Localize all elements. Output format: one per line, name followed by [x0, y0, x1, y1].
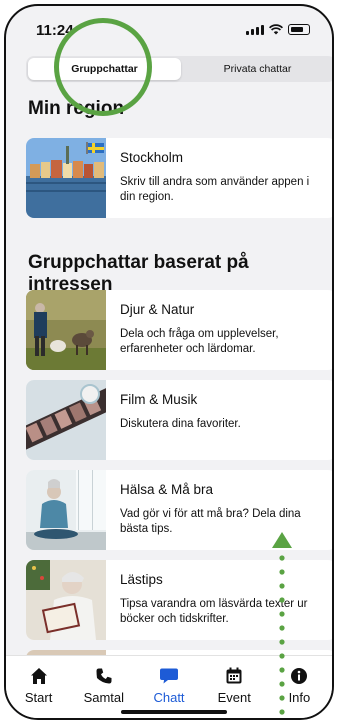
tab-chatt[interactable]: Chatt: [136, 656, 201, 718]
highlight-circle-annotation: [54, 18, 152, 116]
card-title: Film & Musik: [120, 392, 198, 407]
status-bar: 11:24: [6, 6, 332, 52]
phone-icon: [96, 668, 112, 684]
card-title: Djur & Natur: [120, 302, 195, 317]
calendar-icon: [226, 667, 242, 684]
card-description: Diskutera dina favoriter.: [120, 418, 241, 430]
dotted-arrow-annotation: [272, 532, 292, 715]
card-title: Hälsa & Må bra: [120, 482, 214, 497]
tab-label: Chatt: [153, 690, 185, 705]
tab-samtal[interactable]: Samtal: [71, 656, 136, 718]
chat-card-stockholm[interactable]: Stockholm Skriv till andra som använder …: [26, 138, 332, 218]
chat-icon: [160, 668, 178, 684]
tab-label: Start: [24, 690, 53, 705]
film-musik-thumbnail: [26, 380, 106, 460]
segment-privata-chattar[interactable]: Privata chattar: [181, 58, 332, 80]
battery-icon: [288, 24, 310, 35]
status-icons: [246, 24, 310, 35]
stockholm-thumbnail: [26, 138, 106, 218]
info-icon: [291, 668, 308, 684]
tab-label: Event: [217, 690, 251, 705]
signal-icon: [246, 25, 264, 35]
chat-card-djur-natur[interactable]: Djur & Natur Dela och fråga om upplevels…: [26, 290, 332, 370]
card-description: Skriv till andra som använder appen i di…: [120, 176, 310, 203]
tab-start[interactable]: Start: [6, 656, 71, 718]
halsa-thumbnail: [26, 470, 106, 550]
card-description: Dela och fråga om upplevelser, erfarenhe…: [120, 328, 279, 355]
home-indicator: [121, 710, 227, 714]
djur-natur-thumbnail: [26, 290, 106, 370]
tab-label: Samtal: [83, 690, 125, 705]
tab-event[interactable]: Event: [202, 656, 267, 718]
home-icon: [30, 668, 47, 684]
card-title: Stockholm: [120, 150, 184, 165]
chat-card-film-musik[interactable]: Film & Musik Diskutera dina favoriter.: [26, 380, 332, 460]
lastips-thumbnail: [26, 560, 106, 640]
wifi-icon: [269, 24, 283, 35]
